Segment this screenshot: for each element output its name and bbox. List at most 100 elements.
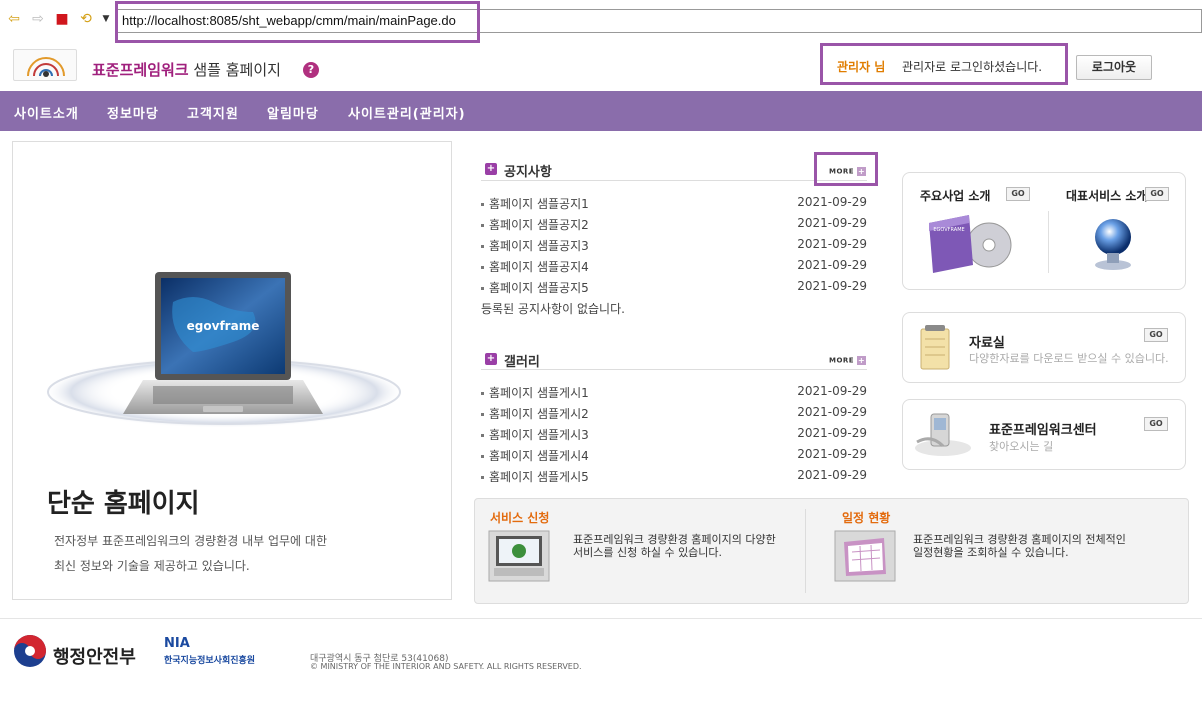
list-item[interactable]: 홈페이지 샘플게시2 2021-09-29 [481, 405, 867, 423]
notice-item-title: 홈페이지 샘플공지1 [489, 197, 589, 211]
gallery-item-title: 홈페이지 샘플게시4 [489, 449, 589, 463]
refresh-icon[interactable]: ⟲ [78, 11, 94, 27]
stop-icon[interactable]: ■ [54, 11, 70, 27]
gallery-item-date: 2021-09-29 [797, 468, 867, 482]
hero-description-line2: 최신 정보와 기술을 제공하고 있습니다. [54, 559, 250, 573]
help-icon[interactable]: ? [303, 62, 319, 78]
notice-empty-message: 등록된 공지사항이 없습니다. [481, 302, 625, 316]
list-item[interactable]: 홈페이지 샘플공지5 2021-09-29 [481, 279, 867, 297]
notice-title: 공지사항 [504, 165, 552, 180]
footer-copyright: © MINISTRY OF THE INTERIOR AND SAFETY. A… [310, 662, 582, 671]
archive-card[interactable]: 자료실 다양한자료를 다운로드 받으실 수 있습니다. GO [902, 312, 1186, 383]
list-item[interactable]: 홈페이지 샘플공지3 2021-09-29 [481, 237, 867, 255]
notice-item-date: 2021-09-29 [797, 279, 867, 293]
bullet-icon [481, 434, 484, 437]
site-logo[interactable] [13, 49, 77, 81]
nav-item-site-intro[interactable]: 사이트소개 [14, 103, 79, 122]
center-card[interactable]: 표준프레임워크센터 찾아오시는 길 GO [902, 399, 1186, 470]
nav-item-notice[interactable]: 알림마당 [267, 103, 319, 122]
center-go-button[interactable]: GO [1144, 417, 1168, 431]
software-box-icon: EGOVFRAME [929, 215, 1012, 273]
bullet-icon [481, 287, 484, 290]
globe-icon [1095, 219, 1131, 270]
more-label: MORE [829, 356, 855, 365]
service-divider [805, 509, 806, 593]
box-label: EGOVFRAME [933, 227, 964, 233]
card-divider [1048, 211, 1049, 273]
gallery-title: 갤러리 [504, 355, 540, 370]
bullet-icon [481, 392, 484, 395]
dropdown-arrow-icon[interactable]: ▼ [98, 11, 114, 27]
site-logo-icon [27, 57, 65, 77]
list-item[interactable]: 홈페이지 샘플게시1 2021-09-29 [481, 384, 867, 402]
bullet-icon [481, 266, 484, 269]
plus-icon: + [485, 163, 497, 175]
service-apply-title[interactable]: 서비스 신청 [490, 509, 549, 526]
site-title-accent: 표준프레임워크 [92, 61, 189, 79]
main-nav: 사이트소개 정보마당 고객지원 알림마당 사이트관리(관리자) [0, 91, 1202, 131]
phone-icon [915, 413, 971, 456]
service-apply-description: 표준프레임워크 경량환경 홈페이지의 다양한 서비스를 신청 하실 수 있습니다… [573, 533, 776, 559]
notice-item-title: 홈페이지 샘플공지3 [489, 239, 589, 253]
mois-logo-icon [14, 635, 46, 667]
browser-toolbar: ⇦ ⇨ ■ ⟲ ▼ http://localhost:8085/sht_weba… [0, 0, 1202, 43]
list-item[interactable]: 홈페이지 샘플공지1 2021-09-29 [481, 195, 867, 213]
back-arrow-icon[interactable]: ⇦ [6, 11, 22, 27]
bullet-icon [481, 476, 484, 479]
gallery-divider [481, 369, 867, 370]
list-item[interactable]: 홈페이지 샘플게시4 2021-09-29 [481, 447, 867, 465]
notice-item-date: 2021-09-29 [797, 195, 867, 209]
logout-button[interactable]: 로그아웃 [1076, 55, 1152, 80]
login-message: 관리자로 로그인하셨습니다. [902, 60, 1043, 74]
plus-icon: + [857, 356, 867, 365]
archive-subtitle: 다양한자료를 다운로드 받으실 수 있습니다. [969, 352, 1169, 365]
main-business-go-button[interactable]: GO [1006, 187, 1030, 201]
schedule-description: 표준프레임워크 경량환경 홈페이지의 전체적인 일정현황을 조회하실 수 있습니… [913, 533, 1126, 559]
notice-item-title: 홈페이지 샘플공지2 [489, 218, 589, 232]
bullet-icon [481, 203, 484, 206]
calendar-icon[interactable] [834, 530, 896, 582]
mois-name: 행정안전부 [53, 647, 136, 668]
main-business-title[interactable]: 주요사업 소개 [920, 187, 990, 204]
more-highlight-box [814, 152, 878, 186]
gallery-item-date: 2021-09-29 [797, 447, 867, 461]
list-item[interactable]: 홈페이지 샘플게시5 2021-09-29 [481, 468, 867, 486]
gallery-more-link[interactable]: MORE + [829, 356, 867, 365]
nav-item-admin[interactable]: 사이트관리(관리자) [348, 103, 466, 122]
nav-item-support[interactable]: 고객지원 [187, 103, 239, 122]
bullet-icon [481, 224, 484, 227]
gallery-item-title: 홈페이지 샘플게시2 [489, 407, 589, 421]
notice-item-title: 홈페이지 샘플공지5 [489, 281, 589, 295]
bullet-icon [481, 413, 484, 416]
center-subtitle: 찾아오시는 길 [989, 440, 1054, 453]
gallery-item-date: 2021-09-29 [797, 426, 867, 440]
gallery-item-title: 홈페이지 샘플게시5 [489, 470, 589, 484]
rep-service-title[interactable]: 대표서비스 소개 [1066, 187, 1147, 204]
site-title-rest: 샘플 홈페이지 [188, 61, 281, 79]
list-item[interactable]: 홈페이지 샘플공지2 2021-09-29 [481, 216, 867, 234]
notice-item-date: 2021-09-29 [797, 216, 867, 230]
monitor-icon[interactable] [488, 530, 550, 582]
gallery-item-date: 2021-09-29 [797, 384, 867, 398]
nia-logo-text: NIA [164, 636, 190, 651]
nav-item-info[interactable]: 정보마당 [107, 103, 159, 122]
list-item[interactable]: 홈페이지 샘플공지4 2021-09-29 [481, 258, 867, 276]
gallery-item-title: 홈페이지 샘플게시3 [489, 428, 589, 442]
gallery-item-date: 2021-09-29 [797, 405, 867, 419]
nia-name: 한국지능정보사회진흥원 [164, 656, 256, 666]
notepad-icon [920, 325, 950, 370]
rep-service-go-button[interactable]: GO [1145, 187, 1169, 201]
url-highlight-box [115, 1, 480, 43]
center-title: 표준프레임워크센터 [989, 423, 1097, 438]
hero-title: 단순 홈페이지 [47, 489, 200, 519]
site-title[interactable]: 표준프레임워크 샘플 홈페이지 [92, 59, 281, 80]
forward-arrow-icon[interactable]: ⇨ [30, 11, 46, 27]
bullet-icon [481, 455, 484, 458]
schedule-title[interactable]: 일정 현황 [842, 509, 890, 526]
notice-item-date: 2021-09-29 [797, 258, 867, 272]
notice-divider [481, 180, 867, 181]
laptop-screen-text: egovframe [187, 319, 260, 333]
list-item[interactable]: 홈페이지 샘플게시3 2021-09-29 [481, 426, 867, 444]
archive-go-button[interactable]: GO [1144, 328, 1168, 342]
plus-icon: + [485, 353, 497, 365]
